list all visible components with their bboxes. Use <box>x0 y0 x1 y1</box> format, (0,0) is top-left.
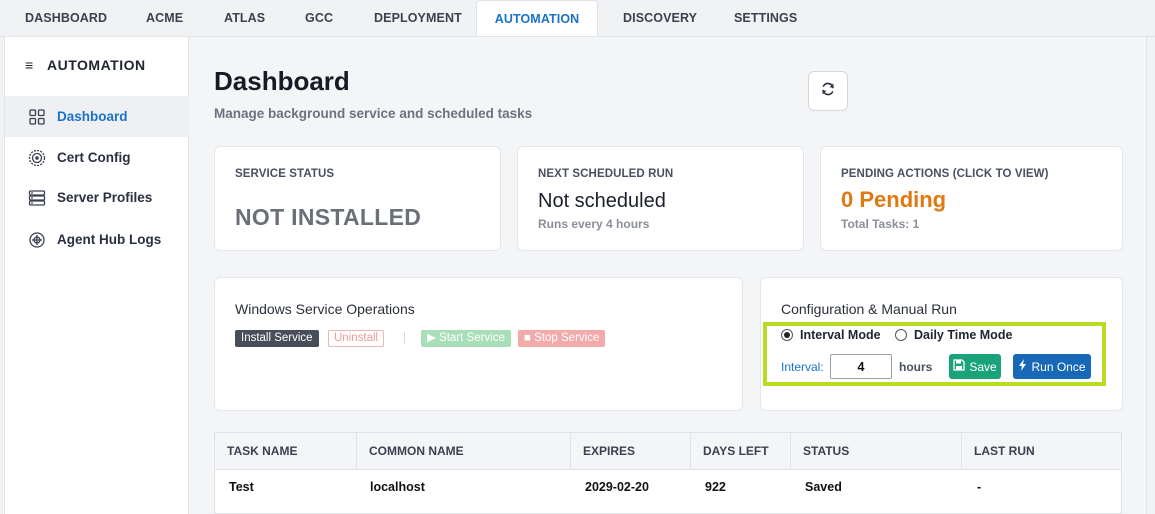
radio-selected-icon <box>781 329 793 341</box>
next-run-interval: Runs every 4 hours <box>538 217 650 231</box>
total-tasks: Total Tasks: 1 <box>841 217 920 231</box>
sidebar-item-label: Cert Config <box>57 150 131 165</box>
cell-expires: 2029-02-20 <box>585 480 649 494</box>
start-service-button[interactable]: ▶ Start Service <box>421 330 511 347</box>
tab-settings[interactable]: SETTINGS <box>734 0 797 37</box>
interval-mode-label: Interval Mode <box>800 328 881 342</box>
menu-icon[interactable]: ≡ <box>25 57 47 73</box>
run-once-button[interactable]: Run Once <box>1013 354 1091 379</box>
install-service-button[interactable]: Install Service <box>235 330 319 347</box>
cell-status: Saved <box>805 480 842 494</box>
interval-label: Interval: <box>781 360 824 374</box>
uninstall-button[interactable]: Uninstall <box>328 330 385 347</box>
page-title: Dashboard <box>214 66 350 96</box>
refresh-button[interactable] <box>808 71 848 111</box>
tab-discovery[interactable]: DISCOVERY <box>623 0 697 37</box>
interval-input[interactable] <box>830 354 892 379</box>
stop-service-button[interactable]: ■ Stop Service <box>518 330 606 347</box>
logs-icon <box>27 230 47 250</box>
button-separator <box>404 332 405 344</box>
service-status-card: SERVICE STATUS NOT INSTALLED <box>214 146 501 251</box>
column-header-status[interactable]: STATUS <box>791 433 962 470</box>
service-operations-title: Windows Service Operations <box>235 301 415 317</box>
tasks-table: TASK NAME COMMON NAME EXPIRES DAYS LEFT … <box>214 432 1122 514</box>
tab-acme[interactable]: ACME <box>146 0 183 37</box>
sidebar-header: ≡ AUTOMATION <box>25 57 146 73</box>
radio-unselected-icon <box>895 329 907 341</box>
sidebar-item-dashboard[interactable]: Dashboard <box>5 96 189 137</box>
sidebar: ≡ AUTOMATION Dashboard Cert Config Server… <box>5 37 189 514</box>
sidebar-item-label: Dashboard <box>57 109 128 124</box>
tab-deployment[interactable]: DEPLOYMENT <box>374 0 462 37</box>
top-navigation: DASHBOARD ACME ATLAS GCC DEPLOYMENT AUTO… <box>0 0 1155 38</box>
save-button[interactable]: Save <box>949 354 1001 379</box>
pending-actions-card[interactable]: PENDING ACTIONS (CLICK TO VIEW) 0 Pendin… <box>820 146 1123 251</box>
sidebar-item-server-profiles[interactable]: Server Profiles <box>5 177 189 218</box>
service-status-label: SERVICE STATUS <box>235 168 335 180</box>
table-header: TASK NAME COMMON NAME EXPIRES DAYS LEFT … <box>215 433 1121 470</box>
lightning-icon <box>1018 359 1027 374</box>
sidebar-item-label: Server Profiles <box>57 190 153 205</box>
cell-last-run: - <box>977 480 982 494</box>
next-run-label: NEXT SCHEDULED RUN <box>538 168 674 180</box>
certificate-icon <box>27 148 47 168</box>
column-header-common-name[interactable]: COMMON NAME <box>357 433 571 470</box>
save-icon <box>953 359 965 374</box>
sidebar-title: AUTOMATION <box>47 57 146 73</box>
column-header-task-name[interactable]: TASK NAME <box>215 433 357 470</box>
page-subtitle: Manage background service and scheduled … <box>214 106 533 121</box>
tab-atlas[interactable]: ATLAS <box>224 0 265 37</box>
column-header-days-left[interactable]: DAYS LEFT <box>691 433 791 470</box>
server-icon <box>27 188 47 208</box>
cell-common-name: localhost <box>370 480 425 494</box>
daily-time-mode-label: Daily Time Mode <box>914 328 1013 342</box>
grid-icon <box>27 107 47 127</box>
sidebar-item-cert-config[interactable]: Cert Config <box>5 137 189 178</box>
refresh-icon <box>820 81 836 102</box>
daily-time-mode-radio[interactable]: Daily Time Mode <box>895 328 1012 342</box>
column-header-expires[interactable]: EXPIRES <box>571 433 691 470</box>
pending-actions-value: 0 Pending <box>841 187 947 212</box>
cell-task-name: Test <box>229 480 254 494</box>
service-operations-card: Windows Service Operations Install Servi… <box>214 277 743 411</box>
interval-mode-radio[interactable]: Interval Mode <box>781 328 881 342</box>
sidebar-item-label: Agent Hub Logs <box>57 232 162 247</box>
column-header-last-run[interactable]: LAST RUN <box>962 433 1121 470</box>
interval-unit: hours <box>899 360 933 374</box>
stop-icon: ■ <box>524 332 535 344</box>
configuration-title: Configuration & Manual Run <box>781 301 957 317</box>
sidebar-item-agent-hub-logs[interactable]: Agent Hub Logs <box>5 219 189 260</box>
next-run-value: Not scheduled <box>538 190 666 212</box>
play-icon: ▶ <box>427 332 440 344</box>
tab-dashboard[interactable]: DASHBOARD <box>25 0 107 37</box>
pending-actions-label: PENDING ACTIONS (CLICK TO VIEW) <box>841 168 1049 180</box>
tab-gcc[interactable]: GCC <box>305 0 333 37</box>
cell-days-left: 922 <box>705 480 726 494</box>
next-scheduled-run-card: NEXT SCHEDULED RUN Not scheduled Runs ev… <box>517 146 804 251</box>
tab-automation[interactable]: AUTOMATION <box>476 0 598 38</box>
service-status-value: NOT INSTALLED <box>235 204 422 230</box>
